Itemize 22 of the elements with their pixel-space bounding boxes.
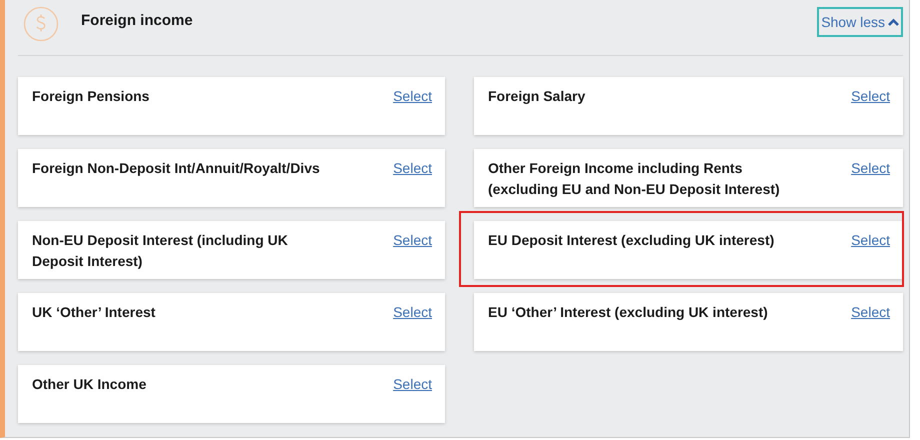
select-link[interactable]: Select bbox=[851, 160, 890, 176]
select-link[interactable]: Select bbox=[851, 304, 890, 320]
caret-icon bbox=[888, 18, 899, 26]
select-link[interactable]: Select bbox=[393, 160, 432, 176]
income-type-label: UK ‘Other’ Interest bbox=[32, 303, 156, 322]
show-less-button[interactable]: Show less bbox=[817, 7, 903, 37]
income-type-label: Foreign Pensions bbox=[32, 87, 150, 106]
select-link[interactable]: Select bbox=[393, 88, 432, 104]
select-link[interactable]: Select bbox=[851, 88, 890, 104]
select-link[interactable]: Select bbox=[851, 232, 890, 248]
income-type-label: Non-EU Deposit Interest (including UK Deposit Interest) bbox=[32, 231, 289, 271]
dollar-icon bbox=[23, 6, 59, 42]
income-type-label: EU Deposit Interest (excluding UK interest) bbox=[488, 231, 774, 250]
income-type-label: Foreign Salary bbox=[488, 87, 586, 106]
income-type-label: Other UK Income bbox=[32, 375, 146, 394]
select-link[interactable]: Select bbox=[393, 304, 432, 320]
section-title: Foreign income bbox=[81, 12, 194, 29]
income-type-label: EU ‘Other’ Interest (excluding UK interest) bbox=[488, 303, 768, 322]
income-type-label: Foreign Non-Deposit Int/Annuit/Royalt/Divs bbox=[32, 159, 320, 178]
select-link[interactable]: Select bbox=[393, 232, 432, 248]
income-type-label: Other Foreign Income including Rents (excluding EU and Non-EU Deposit Interest) bbox=[488, 159, 781, 199]
select-link[interactable]: Select bbox=[393, 376, 432, 392]
